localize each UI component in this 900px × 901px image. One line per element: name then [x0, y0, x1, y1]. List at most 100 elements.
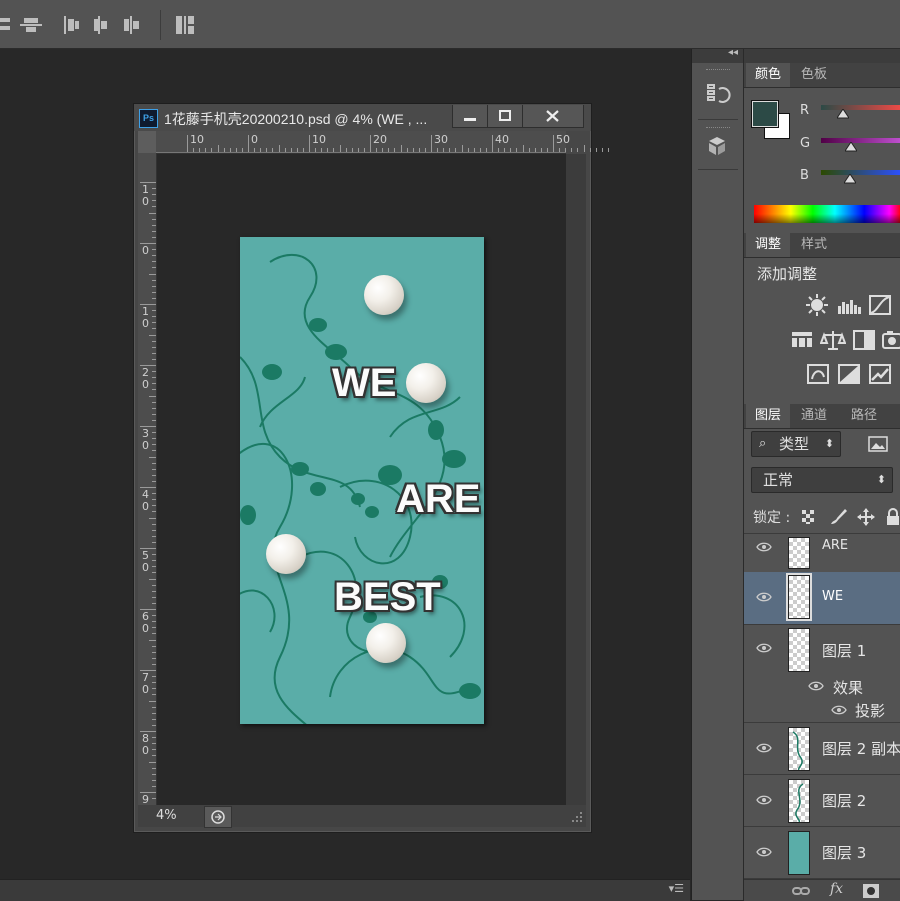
green-slider[interactable] [821, 138, 900, 143]
artwork-canvas[interactable]: WE ARE BEST [240, 237, 484, 724]
invert-icon[interactable] [806, 363, 830, 385]
image-filter-icon[interactable] [868, 436, 888, 452]
red-slider[interactable] [821, 105, 900, 110]
lock-transparent-icon[interactable] [801, 509, 817, 525]
ruler-minor-tick [152, 371, 156, 373]
ruler-minor-tick [152, 468, 156, 470]
zoom-level[interactable]: 4% [156, 808, 177, 823]
document-titlebar[interactable]: Ps 1花藤手机壳20200210.psd @ 4% (WE , ... [134, 104, 591, 131]
lock-paint-icon[interactable] [828, 507, 848, 527]
tab-swatches[interactable]: 色板 [792, 63, 836, 87]
fx-icon[interactable]: fx [830, 881, 843, 897]
eye-icon[interactable] [756, 542, 772, 552]
layer-thumbnail [788, 537, 810, 569]
eye-icon[interactable] [756, 847, 772, 857]
eye-icon[interactable] [808, 681, 824, 691]
hue-saturation-icon[interactable] [790, 329, 814, 351]
color-balance-icon[interactable] [820, 329, 846, 351]
tab-styles[interactable]: 样式 [792, 233, 836, 257]
blend-mode-dropdown[interactable]: 正常 ⬍ [751, 467, 893, 493]
pearl-decoration [406, 363, 446, 403]
minimize-button[interactable] [452, 105, 488, 128]
ruler-minor-tick [152, 413, 156, 415]
ruler-minor-tick [152, 755, 156, 757]
ruler-minor-tick [485, 148, 487, 152]
lock-move-icon[interactable] [856, 507, 876, 527]
eye-icon[interactable] [831, 705, 847, 715]
eye-icon[interactable] [756, 795, 772, 805]
layer-effect-dropshadow-row[interactable]: 投影 [744, 698, 900, 723]
collapse-arrows-icon[interactable]: ◂◂ [728, 47, 738, 58]
layer-filter-value: 类型 [779, 435, 810, 453]
3d-cube-icon[interactable] [705, 135, 731, 159]
curves-icon[interactable] [868, 294, 892, 316]
levels-icon[interactable] [836, 294, 862, 316]
tab-channels[interactable]: 通道 [792, 404, 836, 428]
color-spectrum-ramp[interactable] [754, 205, 900, 223]
horizontal-ruler[interactable]: 10 0 10 20 30 40 50 [156, 131, 609, 154]
auto-align-icon[interactable] [174, 14, 198, 36]
ruler-label: 10 [142, 183, 149, 208]
strip-header[interactable]: ◂◂ [692, 47, 743, 63]
tab-layers[interactable]: 图层 [746, 404, 791, 428]
gradient-map-icon[interactable] [868, 363, 892, 385]
brightness-icon[interactable] [806, 294, 828, 316]
link-icon[interactable] [792, 884, 810, 898]
ruler-minor-tick [601, 148, 603, 152]
ruler-major-tick [553, 135, 554, 152]
ruler-minor-tick [152, 346, 156, 348]
adjustments-panel-tabs: 调整 样式 [744, 233, 900, 258]
tab-paths[interactable]: 路径 [842, 404, 886, 428]
distribute-icons[interactable] [62, 14, 148, 36]
color-panel-tabs: 颜色 色板 [744, 63, 900, 88]
align-center-icon[interactable] [0, 14, 45, 36]
artwork-text-are[interactable]: ARE [396, 477, 480, 522]
vertical-scrollbar[interactable] [566, 154, 586, 805]
slider-thumb-icon[interactable] [845, 142, 857, 152]
tab-color[interactable]: 颜色 [746, 63, 791, 87]
eye-icon[interactable] [756, 743, 772, 753]
ruler-origin[interactable] [138, 131, 156, 153]
black-white-icon[interactable] [852, 329, 876, 351]
vertical-ruler[interactable]: 10 0 10 20 30 40 50 60 70 80 9 [138, 153, 157, 806]
panel-menu-icon[interactable]: ▾☰ [669, 882, 684, 895]
tab-adjustments[interactable]: 调整 [746, 233, 791, 257]
ruler-minor-tick [149, 578, 156, 580]
resize-grip-icon[interactable] [570, 810, 584, 824]
ruler-minor-tick [152, 785, 156, 787]
ruler-minor-tick [589, 148, 591, 152]
ruler-minor-tick [211, 148, 213, 152]
layer-row-layer1[interactable]: 图层 1 [744, 625, 900, 675]
ruler-minor-tick [152, 279, 156, 281]
eye-icon[interactable] [756, 592, 772, 602]
slider-thumb-icon[interactable] [837, 109, 849, 119]
layer-row-layer2[interactable]: 图层 2 [744, 775, 900, 827]
blue-slider[interactable] [821, 170, 900, 175]
posterize-icon[interactable] [837, 363, 861, 385]
layer-filter-dropdown[interactable]: ⌕ 类型 ⬍ [751, 431, 841, 457]
ruler-minor-tick [152, 322, 156, 324]
status-menu-button[interactable] [204, 806, 232, 828]
layer-row-layer2-copy[interactable]: 图层 2 副本 [744, 723, 900, 775]
layer-row-we-selected[interactable]: WE [744, 572, 900, 625]
ruler-minor-tick [540, 148, 542, 152]
slider-thumb-icon[interactable] [844, 174, 856, 184]
artwork-text-we[interactable]: WE [332, 361, 396, 406]
ruler-minor-tick [284, 148, 286, 152]
layer-row-layer3[interactable]: 图层 3 [744, 827, 900, 879]
ruler-minor-tick [504, 148, 506, 152]
history-icon[interactable] [705, 81, 731, 107]
artwork-text-best[interactable]: BEST [334, 575, 441, 620]
adjustments-heading: 添加调整 [757, 265, 818, 283]
mask-icon[interactable] [862, 883, 880, 899]
close-button[interactable] [522, 105, 584, 128]
eye-icon[interactable] [756, 643, 772, 653]
maximize-button[interactable] [487, 105, 523, 128]
foreground-color-swatch[interactable] [752, 101, 778, 127]
ruler-minor-tick [152, 688, 156, 690]
photo-filter-icon[interactable] [882, 329, 900, 351]
ruler-label: 20 [142, 366, 149, 391]
ruler-minor-tick [498, 148, 500, 152]
layer-effects-row[interactable]: 效果 [744, 675, 900, 697]
lock-all-icon[interactable] [885, 507, 900, 527]
